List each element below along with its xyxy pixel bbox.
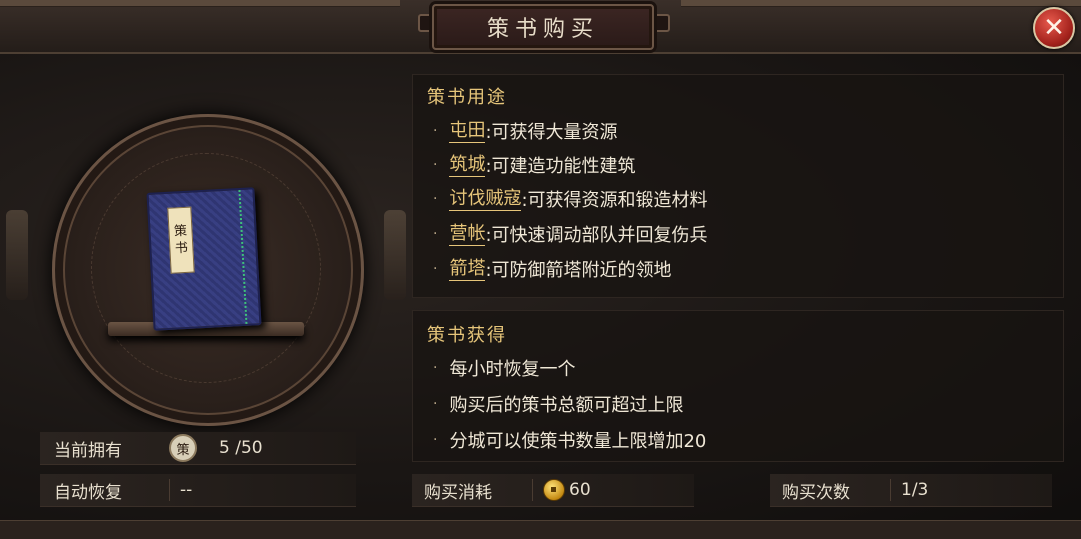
usage-keyword[interactable]: 讨伐贼寇 [449,188,522,211]
coin-icon [543,479,565,501]
auto-recover-label: 自动恢复 [54,482,122,503]
window-title: 策书购买 [432,4,654,50]
row-divider [169,479,170,501]
gain-text: 每小时恢复一个 [449,359,576,380]
bullet-icon: · [433,261,438,277]
strategy-book-icon: 策 书 [146,187,262,331]
book-label-char-2: 书 [174,240,189,257]
cost-row: 购买消耗 60 [412,474,694,507]
count-row: 购买次数 1/3 [770,474,1052,507]
auto-recover-row: 自动恢复 -- [40,474,356,507]
usage-desc: :可快速调动部队并回复伤兵 [485,225,708,246]
bullet-icon: · [433,226,438,242]
usage-keyword[interactable]: 屯田 [449,120,486,143]
book-label: 策 书 [167,206,195,274]
decor-pillar-right [384,210,406,300]
cost-label: 购买消耗 [424,482,492,503]
book-label-char-1: 策 [173,223,188,240]
gain-title: 策书获得 [427,325,507,346]
owned-value: 5 /50 [219,438,263,458]
usage-desc: :可防御箭塔附近的领地 [485,260,672,281]
decor-pillar-left [6,210,28,300]
usage-desc: :可获得大量资源 [485,122,618,143]
usage-item: · 营帐 :可快速调动部队并回复伤兵 [433,219,708,249]
owned-row: 当前拥有 策 5 /50 [40,432,356,465]
usage-keyword[interactable]: 筑城 [449,154,486,177]
usage-title: 策书用途 [427,87,507,108]
usage-desc: :可建造功能性建筑 [485,156,636,177]
usage-desc: :可获得资源和锻造材料 [521,190,708,211]
row-divider [890,479,891,501]
gain-panel: 策书获得 · 每小时恢复一个 · 购买后的策书总额可超过上限 · 分城可以使策书… [412,310,1064,462]
gain-text: 分城可以使策书数量上限增加20 [449,431,707,452]
bullet-icon: · [433,157,438,173]
bottom-frame [0,520,1081,539]
usage-item: · 屯田 :可获得大量资源 [433,116,618,146]
gain-item: · 分城可以使策书数量上限增加20 [433,425,706,455]
row-divider [532,479,533,501]
bullet-icon: · [433,396,438,412]
auto-recover-value: -- [180,480,193,500]
usage-item: · 筑城 :可建造功能性建筑 [433,150,636,180]
frame-ornament-right [681,0,1081,7]
count-value: 1/3 [901,480,929,500]
frame-ornament-left [0,0,400,7]
usage-keyword[interactable]: 营帐 [449,223,486,246]
bullet-icon: · [433,360,438,376]
usage-keyword[interactable]: 箭塔 [449,258,486,281]
cost-value: 60 [569,480,591,500]
usage-item: · 讨伐贼寇 :可获得资源和锻造材料 [433,184,708,214]
gain-item: · 购买后的策书总额可超过上限 [433,389,683,419]
usage-panel: 策书用途 · 屯田 :可获得大量资源 · 筑城 :可建造功能性建筑 · 讨伐贼寇… [412,74,1064,298]
bullet-icon: · [433,191,438,207]
gain-item: · 每小时恢复一个 [433,353,575,383]
bullet-icon: · [433,432,438,448]
gain-text: 购买后的策书总额可超过上限 [449,395,684,416]
book-badge-icon: 策 [169,434,197,462]
close-button[interactable]: ✕ [1033,7,1075,49]
count-label: 购买次数 [782,482,850,503]
bullet-icon: · [433,123,438,139]
title-ornament-right [652,14,670,32]
usage-item: · 箭塔 :可防御箭塔附近的领地 [433,254,672,284]
book-binding [238,189,254,324]
owned-label: 当前拥有 [54,440,122,461]
close-icon: ✕ [1043,13,1065,43]
